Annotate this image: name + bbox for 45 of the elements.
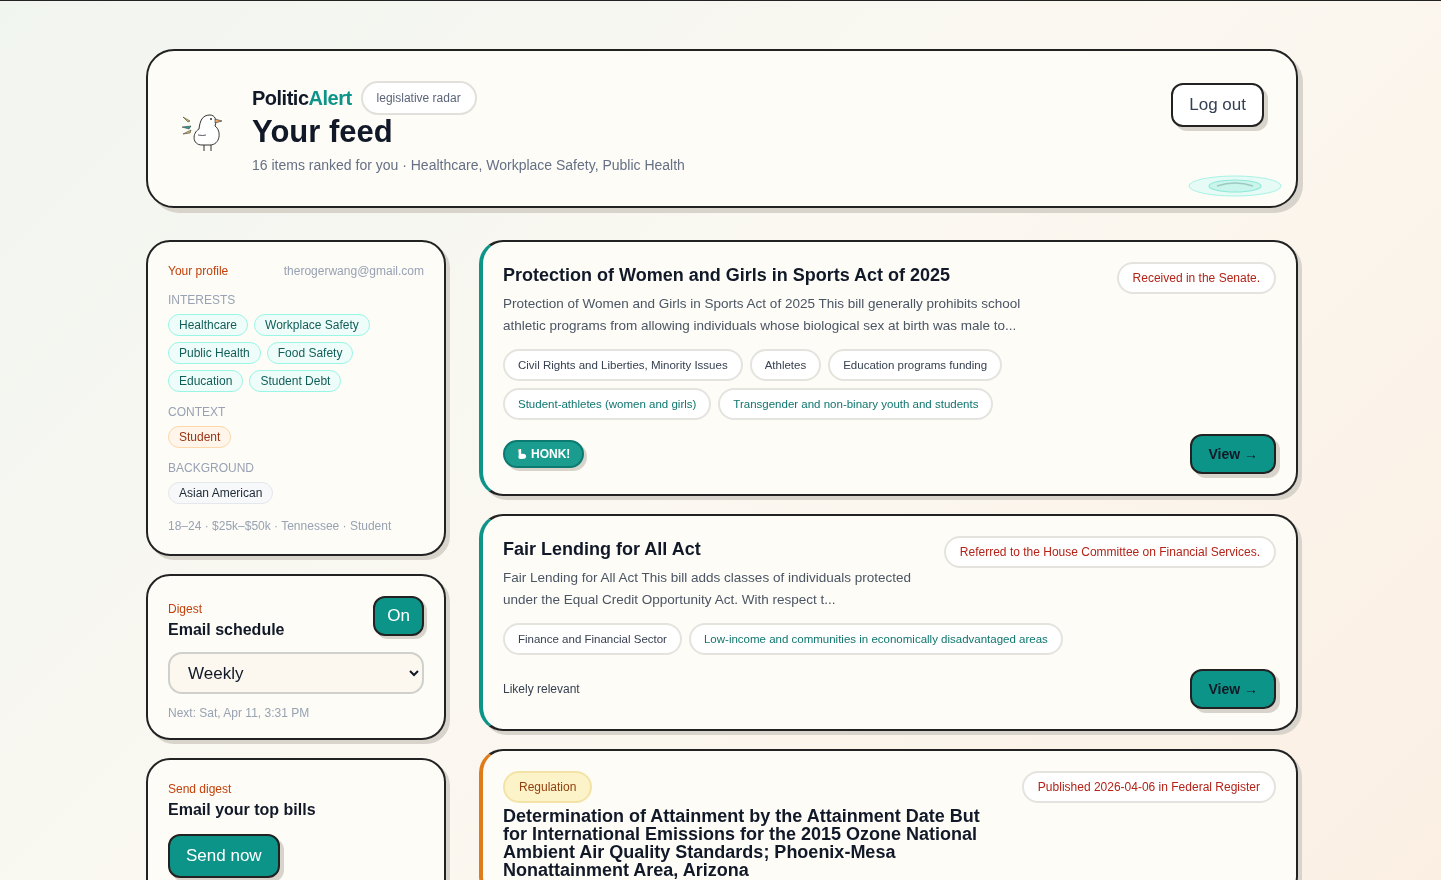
type-badge: Regulation xyxy=(503,771,593,803)
item-title: Protection of Women and Girls in Sports Act of 2025 xyxy=(503,264,952,287)
tagline-badge: legislative radar xyxy=(360,81,477,115)
interest-tag: Food Safety xyxy=(266,342,354,364)
status-badge: Received in the Senate. xyxy=(1116,262,1276,294)
item-summary: Fair Lending for All Act This bill adds classes of individuals protected under the Equal Credit Opportunity Act. With respect t... xyxy=(503,569,912,609)
item-title: Fair Lending for All Act xyxy=(503,538,702,561)
goose-icon xyxy=(517,448,527,460)
relevance-note: Likely relevant xyxy=(503,681,580,698)
brand-name: PoliticAlert xyxy=(252,86,352,111)
page-title: Your feed xyxy=(252,113,394,151)
topic-tag: Low-income and communities in economically disadvantaged areas xyxy=(688,623,1063,655)
email-text: therogerwang@gmail.com xyxy=(283,263,424,280)
section-heading: CONTEXT xyxy=(168,404,227,420)
section-label: Digest xyxy=(168,601,203,618)
honk-button[interactable]: HONK! xyxy=(503,440,585,468)
card-title: Email schedule xyxy=(168,620,285,640)
next-send-text: Next: Sat, Apr 11, 3:31 PM xyxy=(168,705,311,722)
feed-subtitle: 16 items ranked for you · Healthcare, Workplace Safety, Public Health xyxy=(252,156,685,175)
topic-tag: Student-athletes (women and girls) xyxy=(503,388,712,420)
interest-tag: Education xyxy=(168,370,244,392)
section-label: Send digest xyxy=(168,781,233,798)
status-badge: Published 2026-04-06 in Federal Register xyxy=(1021,771,1276,803)
item-summary: Protection of Women and Girls in Sports Act of 2025 This bill generally prohibits school athletic programs from allowing individuals whose biological sex at birth was male to... xyxy=(503,295,1022,335)
interest-tag: Student Debt xyxy=(249,370,342,392)
item-title: Determination of Attainment by the Attainment Date But for International Emissions for the 2015 Ozone National Ambient Air Quality Standards; Phoenix-Mesa Nonattainment Area, Arizona xyxy=(503,807,981,879)
profile-summary: 18–24 · $25k–$50k · Tennessee · Student xyxy=(168,518,393,534)
interest-tag: Public Health xyxy=(168,342,261,364)
interest-tag: Asian American xyxy=(168,482,274,504)
topic-tag: Athletes xyxy=(749,349,822,381)
section-heading: BACKGROUND xyxy=(168,460,255,476)
toggle-button[interactable]: On xyxy=(373,596,424,636)
ripple-icon xyxy=(1188,174,1282,198)
topic-tag: Finance and Financial Sector xyxy=(503,623,682,655)
interest-tag: Student xyxy=(168,426,232,448)
frequency-select[interactable]: Weekly xyxy=(168,652,424,694)
topic-tag: Civil Rights and Liberties, Minority Issues xyxy=(503,349,743,381)
card-title: Email your top bills xyxy=(168,800,317,820)
topic-tag: Transgender and non-binary youth and students xyxy=(718,388,994,420)
section-label: Your profile xyxy=(168,263,229,280)
status-badge: Referred to the House Committee on Financial Services. xyxy=(943,536,1276,568)
topic-tag: Education programs funding xyxy=(828,349,1003,381)
section-heading: INTERESTS xyxy=(168,292,237,308)
interest-tag: Healthcare xyxy=(168,314,249,336)
interest-tag: Workplace Safety xyxy=(254,314,370,336)
